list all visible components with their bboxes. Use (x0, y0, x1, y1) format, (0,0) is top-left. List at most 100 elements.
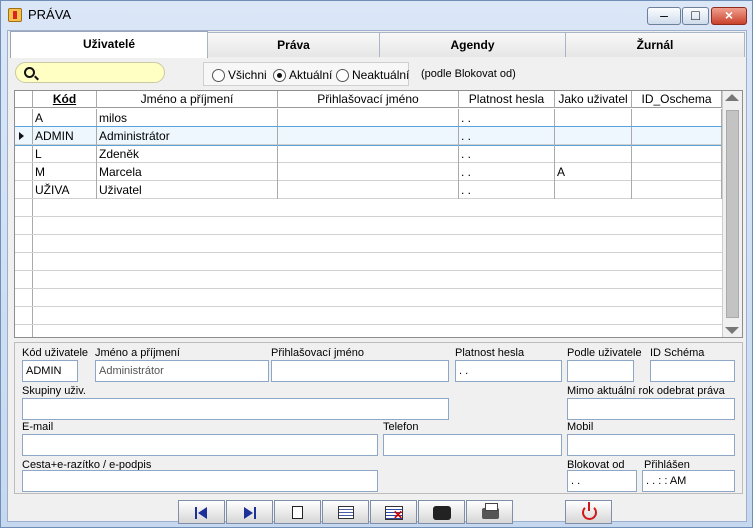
scroll-up-icon[interactable] (725, 94, 739, 101)
maximize-button[interactable]: □ (682, 7, 709, 25)
close-button[interactable]: × (711, 7, 747, 25)
column-as-user[interactable]: Jako uživatel (555, 91, 632, 108)
password-validity-field[interactable]: . . (455, 360, 562, 382)
power-icon (582, 502, 597, 520)
id-cell[interactable] (632, 109, 722, 127)
phone-field[interactable] (383, 434, 562, 456)
block-from-field[interactable]: . . (567, 470, 637, 492)
row-selector (15, 289, 33, 306)
code-cell[interactable]: L (33, 145, 97, 163)
row-selector[interactable] (15, 181, 33, 198)
column-password-validity[interactable]: Platnost hesla (459, 91, 555, 108)
code-cell[interactable]: UŽIVA (33, 181, 97, 199)
login-cell[interactable] (278, 181, 459, 199)
id-schema-field[interactable] (650, 360, 735, 382)
name-cell[interactable]: Administrátor (97, 127, 278, 145)
current-row-icon (19, 132, 24, 140)
table-row[interactable]: UŽIVA Uživatel . . (15, 181, 722, 199)
mobile-field[interactable] (567, 434, 735, 456)
name-cell[interactable]: Marcela (97, 163, 278, 181)
as-user-cell[interactable] (555, 109, 632, 127)
row-selector[interactable] (15, 127, 33, 144)
login-cell[interactable] (278, 163, 459, 181)
code-cell[interactable]: M (33, 163, 97, 181)
user-groups-field[interactable] (22, 398, 449, 420)
empty-row (15, 199, 722, 217)
as-user-cell[interactable] (555, 127, 632, 145)
column-id-schema[interactable]: ID_Oschema (632, 91, 722, 108)
column-name[interactable]: Jméno a příjmení (97, 91, 278, 108)
row-selector (15, 271, 33, 288)
id-cell[interactable] (632, 145, 722, 163)
table-row-selected[interactable]: ADMIN Administrátor . . (15, 126, 723, 146)
login-cell[interactable] (278, 109, 459, 127)
email-field[interactable] (22, 434, 378, 456)
radio-noncurrent-indicator (336, 68, 349, 82)
status-filter: Všichni Aktuální Neaktuální (203, 62, 409, 86)
row-selector[interactable] (15, 163, 33, 180)
login-field[interactable] (271, 360, 449, 382)
search-input[interactable] (15, 62, 165, 83)
scroll-thumb[interactable] (726, 110, 739, 318)
code-field[interactable]: ADMIN (22, 360, 78, 382)
table-row[interactable]: A milos . . (15, 109, 722, 127)
row-selector[interactable] (15, 145, 33, 162)
exit-button[interactable] (565, 500, 612, 524)
radio-noncurrent[interactable]: Neaktuální (336, 68, 409, 82)
by-user-field[interactable] (567, 360, 634, 382)
delete-record-button[interactable] (370, 500, 417, 524)
code-cell[interactable]: ADMIN (33, 127, 97, 145)
row-selector (15, 325, 33, 337)
id-cell[interactable] (632, 181, 722, 199)
full-name-field[interactable]: Administrátor (95, 360, 269, 382)
last-record-button[interactable] (226, 500, 273, 524)
name-cell[interactable]: milos (97, 109, 278, 127)
row-selector[interactable] (15, 109, 33, 126)
name-cell[interactable]: Zdeněk (97, 145, 278, 163)
validity-cell[interactable]: . . (459, 127, 555, 145)
name-cell[interactable]: Uživatel (97, 181, 278, 199)
signature-path-field[interactable] (22, 470, 378, 492)
id-cell[interactable] (632, 163, 722, 181)
scroll-down-icon[interactable] (725, 327, 739, 334)
validity-cell[interactable]: . . (459, 163, 555, 181)
validity-cell[interactable]: . . (459, 109, 555, 127)
as-user-cell[interactable]: A (555, 163, 632, 181)
column-login[interactable]: Přihlašovací jméno (278, 91, 459, 108)
row-selector (15, 235, 33, 252)
table-row[interactable]: L Zdeněk . . (15, 145, 722, 163)
tab-journal[interactable]: Žurnál (565, 32, 745, 57)
as-user-cell[interactable] (555, 145, 632, 163)
radio-all[interactable]: Všichni (212, 68, 267, 82)
first-record-button[interactable] (178, 500, 225, 524)
edit-record-button[interactable] (322, 500, 369, 524)
find-record-button[interactable] (418, 500, 465, 524)
mobile-label: Mobil (567, 421, 594, 433)
new-record-button[interactable] (274, 500, 321, 524)
validity-cell[interactable]: . . (459, 145, 555, 163)
row-selector-header (15, 91, 33, 108)
vertical-scrollbar[interactable] (722, 91, 742, 337)
radio-all-indicator (212, 68, 225, 82)
empty-row (15, 235, 722, 253)
tab-rights[interactable]: Práva (207, 32, 380, 57)
binoculars-icon (433, 506, 451, 520)
validity-cell[interactable]: . . (459, 181, 555, 199)
minimize-button[interactable]: – (647, 7, 681, 25)
table-row[interactable]: M Marcela . . A (15, 163, 722, 181)
by-user-label: Podle uživatele (567, 347, 642, 359)
column-code[interactable]: Kód (33, 91, 97, 108)
login-cell[interactable] (278, 145, 459, 163)
remove-rights-field[interactable] (567, 398, 735, 420)
login-cell[interactable] (278, 127, 459, 145)
tab-agendas[interactable]: Agendy (379, 32, 566, 57)
tab-users[interactable]: Uživatelé (10, 31, 208, 58)
full-name-label: Jméno a příjmení (95, 347, 180, 359)
print-button[interactable] (466, 500, 513, 524)
id-cell[interactable] (632, 127, 722, 145)
code-cell[interactable]: A (33, 109, 97, 127)
as-user-cell[interactable] (555, 181, 632, 199)
main-window: PRÁVA – □ × Uživatelé Práva Agendy Žurná… (0, 0, 753, 528)
radio-current[interactable]: Aktuální (273, 68, 332, 82)
logged-in-field[interactable]: . . : : AM (642, 470, 735, 492)
